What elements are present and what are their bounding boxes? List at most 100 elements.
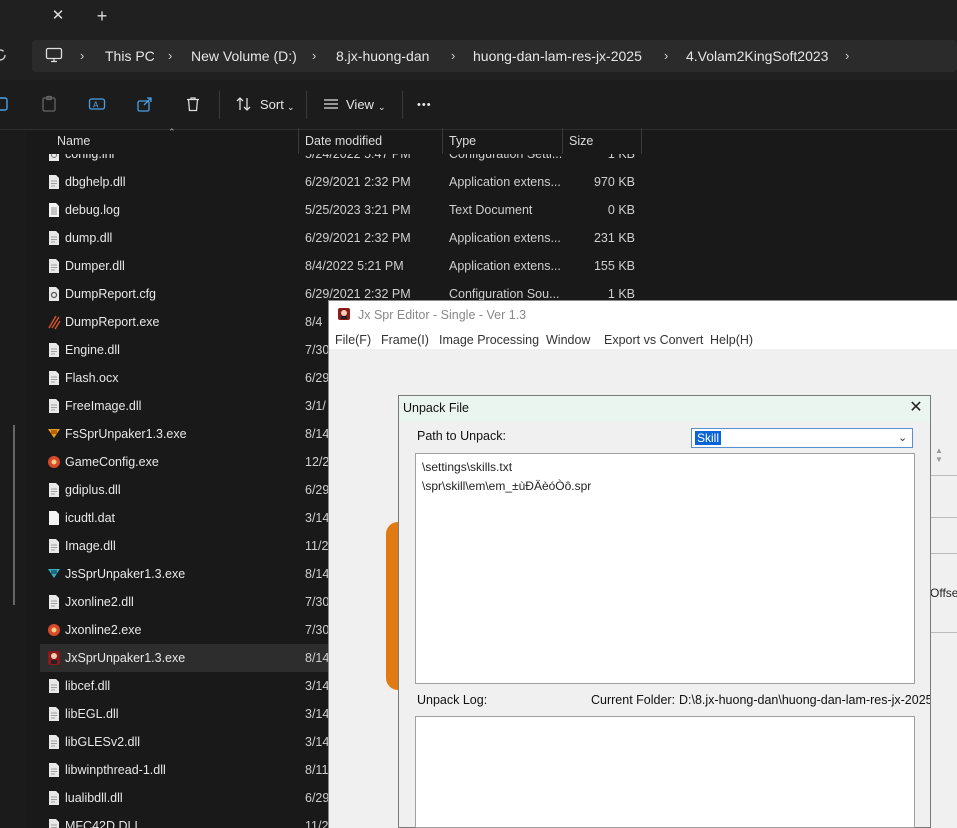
- menu-frame[interactable]: Frame(I): [381, 332, 429, 348]
- file-size: 1 KB: [607, 154, 635, 161]
- file-date: 8/14: [305, 427, 330, 441]
- sort-up-icon: ⌃: [168, 127, 176, 137]
- rename-icon[interactable]: A: [88, 95, 106, 113]
- panel-divider: [931, 475, 957, 476]
- new-tab-button[interactable]: +: [92, 6, 112, 26]
- js-unpaker-app-icon: [47, 566, 61, 582]
- file-name: libcef.dll: [65, 679, 111, 693]
- current-folder-label: Current Folder:: [591, 693, 676, 707]
- breadcrumb-separator-icon: ›: [312, 48, 317, 63]
- dll-file-icon: [47, 398, 61, 414]
- menu-window[interactable]: Window: [546, 332, 590, 348]
- column-header-date[interactable]: Date modified: [305, 133, 382, 149]
- file-row[interactable]: config.ini 5/24/2022 5:47 PM Configuration…: [40, 154, 640, 168]
- file-name: DumpReport.cfg: [65, 287, 157, 301]
- dll-file-icon: [47, 818, 61, 828]
- file-size: 970 KB: [593, 175, 635, 189]
- path-select-value[interactable]: Skill: [695, 431, 722, 445]
- file-date: 3/14: [305, 679, 330, 693]
- file-row[interactable]: debug.log 5/25/2023 3:21 PM Text Document 0…: [40, 196, 640, 224]
- menu-image-processing[interactable]: Image Processing: [439, 332, 539, 348]
- dialog-title: Unpack File: [403, 401, 469, 415]
- file-date: 3/14: [305, 735, 330, 749]
- file-date: 12/2: [305, 455, 330, 469]
- dll-file-icon: [47, 482, 61, 498]
- list-item[interactable]: \settings\skills.txt: [422, 460, 512, 475]
- path-to-unpack-label: Path to Unpack:: [417, 429, 506, 443]
- file-type: Application extens...: [449, 259, 561, 273]
- share-icon[interactable]: [136, 95, 154, 113]
- file-name: Jxonline2.exe: [65, 623, 142, 637]
- config-file-icon: [47, 286, 61, 302]
- list-item[interactable]: \spr\skill\em\em_±ùÐÄèóÒô.spr: [422, 479, 591, 494]
- breadcrumb-jx-huong-dan[interactable]: 8.jx-huong-dan: [336, 47, 429, 65]
- breadcrumb-this-pc[interactable]: This PC: [105, 47, 155, 65]
- chevron-down-icon: ⌄: [378, 102, 386, 112]
- file-size: 231 KB: [593, 231, 635, 245]
- new-item-icon[interactable]: [0, 95, 10, 113]
- more-options-icon[interactable]: •••: [417, 97, 432, 113]
- path-select[interactable]: [691, 428, 913, 448]
- column-header-name[interactable]: Name: [57, 133, 90, 149]
- breadcrumb-volume-d[interactable]: New Volume (D:): [191, 47, 297, 65]
- fs-unpaker-app-icon: [47, 426, 61, 442]
- close-icon[interactable]: ✕: [906, 398, 926, 418]
- toolbar-divider: [219, 91, 220, 119]
- chevron-down-icon[interactable]: ⌄: [898, 430, 910, 446]
- file-name: Image.dll: [65, 539, 116, 553]
- breadcrumb-separator-icon: ›: [168, 48, 173, 63]
- column-divider[interactable]: [562, 128, 563, 154]
- column-divider[interactable]: [641, 128, 642, 154]
- file-date: 7/30: [305, 595, 330, 609]
- file-row[interactable]: Dumper.dll 8/4/2022 5:21 PM Application ex…: [40, 252, 640, 280]
- column-divider[interactable]: [442, 128, 443, 154]
- file-type: Application extens...: [449, 231, 561, 245]
- file-row[interactable]: dump.dll 6/29/2021 2:32 PM Application ext…: [40, 224, 640, 252]
- delete-icon[interactable]: [184, 95, 202, 113]
- file-name: FsSprUnpaker1.3.exe: [65, 427, 187, 441]
- column-header-size[interactable]: Size: [569, 133, 593, 149]
- file-size: 0 KB: [607, 203, 635, 217]
- file-name: Dumper.dll: [65, 259, 125, 273]
- view-button[interactable]: View: [346, 97, 374, 113]
- breadcrumb-expand-icon[interactable]: ›: [845, 47, 849, 65]
- file-date: 8/4/2022 5:21 PM: [305, 259, 404, 273]
- unpack-log-box[interactable]: [415, 716, 915, 828]
- file-name: Jxonline2.dll: [65, 595, 134, 609]
- dll-file-icon: [47, 734, 61, 750]
- column-divider[interactable]: [298, 128, 299, 154]
- file-date: 3/1/: [305, 399, 326, 413]
- toolbar-divider: [306, 91, 307, 119]
- text-file-icon: [47, 202, 61, 218]
- current-folder-value: D:\8.jx-huong-dan\huong-dan-lam-res-jx-2…: [679, 693, 930, 707]
- menu-export-convert[interactable]: Export vs Convert: [604, 332, 703, 348]
- close-tab-icon[interactable]: ✕: [48, 6, 68, 26]
- paste-icon[interactable]: [40, 95, 58, 113]
- file-name: gdiplus.dll: [65, 483, 121, 497]
- file-row[interactable]: dbghelp.dll 6/29/2021 2:32 PM Application …: [40, 168, 640, 196]
- menu-help[interactable]: Help(H): [710, 332, 753, 348]
- refresh-icon[interactable]: [0, 46, 10, 64]
- breadcrumb-huong-dan-lam-res[interactable]: huong-dan-lam-res-jx-2025: [473, 47, 642, 65]
- svg-text:A: A: [93, 101, 99, 110]
- spinner-down-icon[interactable]: ▼: [935, 455, 943, 464]
- offset-label: Offset: [930, 586, 957, 600]
- sort-icon: [235, 95, 253, 113]
- toolbar-divider: [402, 91, 403, 119]
- file-type: Application extens...: [449, 175, 561, 189]
- sort-button[interactable]: Sort: [260, 97, 284, 113]
- file-date: 5/24/2022 5:47 PM: [305, 154, 411, 161]
- file-date: 6/29/2021 2:32 PM: [305, 231, 411, 245]
- breadcrumb-separator-icon: ›: [451, 48, 456, 63]
- spinner-up-icon[interactable]: ▲: [935, 446, 943, 455]
- column-header-type[interactable]: Type: [449, 133, 476, 149]
- dll-file-icon: [47, 538, 61, 554]
- file-date: 6/29: [305, 791, 330, 805]
- file-name: libGLESv2.dll: [65, 735, 141, 749]
- panel-divider: [931, 517, 957, 518]
- dialog-title-bar[interactable]: [399, 396, 930, 422]
- menu-file[interactable]: File(F): [335, 332, 371, 348]
- dll-file-icon: [47, 790, 61, 806]
- file-date: 8/14: [305, 651, 330, 665]
- breadcrumb-volam2kingsoft2023[interactable]: 4.Volam2KingSoft2023: [686, 47, 828, 65]
